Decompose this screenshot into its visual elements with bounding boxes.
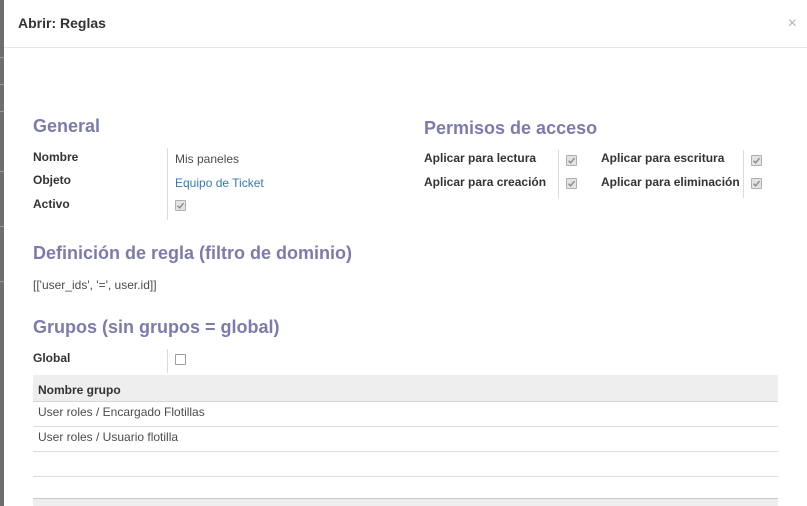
- name-label: Nombre: [33, 150, 79, 164]
- object-label: Objeto: [33, 173, 71, 187]
- groups-table: Nombre grupo User roles / Encargado Flot…: [33, 375, 778, 477]
- modal-header: Abrir: Reglas ×: [4, 0, 807, 48]
- check-icon: [568, 157, 576, 164]
- active-checkbox[interactable]: [175, 200, 186, 211]
- table-header[interactable]: Nombre grupo: [33, 375, 778, 402]
- field-separator: [167, 349, 168, 373]
- column-header-group-name[interactable]: Nombre grupo: [38, 383, 121, 397]
- read-label: Aplicar para lectura: [424, 151, 537, 165]
- table-footer: [33, 498, 778, 506]
- group-name-cell: User roles / Encargado Flotillas: [38, 405, 205, 419]
- field-separator: [167, 148, 168, 220]
- table-row[interactable]: User roles / Usuario flotilla: [33, 427, 778, 452]
- field-separator: [743, 150, 744, 198]
- write-label: Aplicar para escritura: [601, 151, 725, 165]
- check-icon: [568, 180, 576, 187]
- object-link[interactable]: Equipo de Ticket: [175, 176, 264, 190]
- global-checkbox[interactable]: [175, 354, 186, 365]
- section-title-general: General: [33, 116, 101, 136]
- close-icon[interactable]: ×: [788, 16, 797, 32]
- check-icon: [177, 202, 185, 209]
- modal-dialog: Abrir: Reglas × General Nombre Mis panel…: [4, 0, 807, 506]
- name-value: Mis paneles: [175, 152, 240, 166]
- table-row-empty: [33, 452, 778, 477]
- delete-label: Aplicar para eliminación: [601, 175, 740, 189]
- field-separator: [558, 150, 559, 198]
- global-label: Global: [33, 351, 71, 365]
- check-icon: [753, 180, 761, 187]
- table-row[interactable]: User roles / Encargado Flotillas: [33, 402, 778, 427]
- section-title-rule: Definición de regla (filtro de dominio): [33, 243, 353, 263]
- create-checkbox[interactable]: [566, 178, 577, 189]
- section-title-access: Permisos de acceso: [424, 118, 598, 138]
- active-label: Activo: [33, 197, 70, 211]
- check-icon: [753, 157, 761, 164]
- section-title-groups: Grupos (sin grupos = global): [33, 317, 280, 337]
- modal-title: Abrir: Reglas: [18, 15, 106, 31]
- domain-filter[interactable]: [['user_ids', '=', user.id]]: [33, 278, 157, 292]
- delete-checkbox[interactable]: [751, 178, 762, 189]
- group-name-cell: User roles / Usuario flotilla: [38, 430, 179, 444]
- write-checkbox[interactable]: [751, 155, 762, 166]
- create-label: Aplicar para creación: [424, 175, 547, 189]
- read-checkbox[interactable]: [566, 155, 577, 166]
